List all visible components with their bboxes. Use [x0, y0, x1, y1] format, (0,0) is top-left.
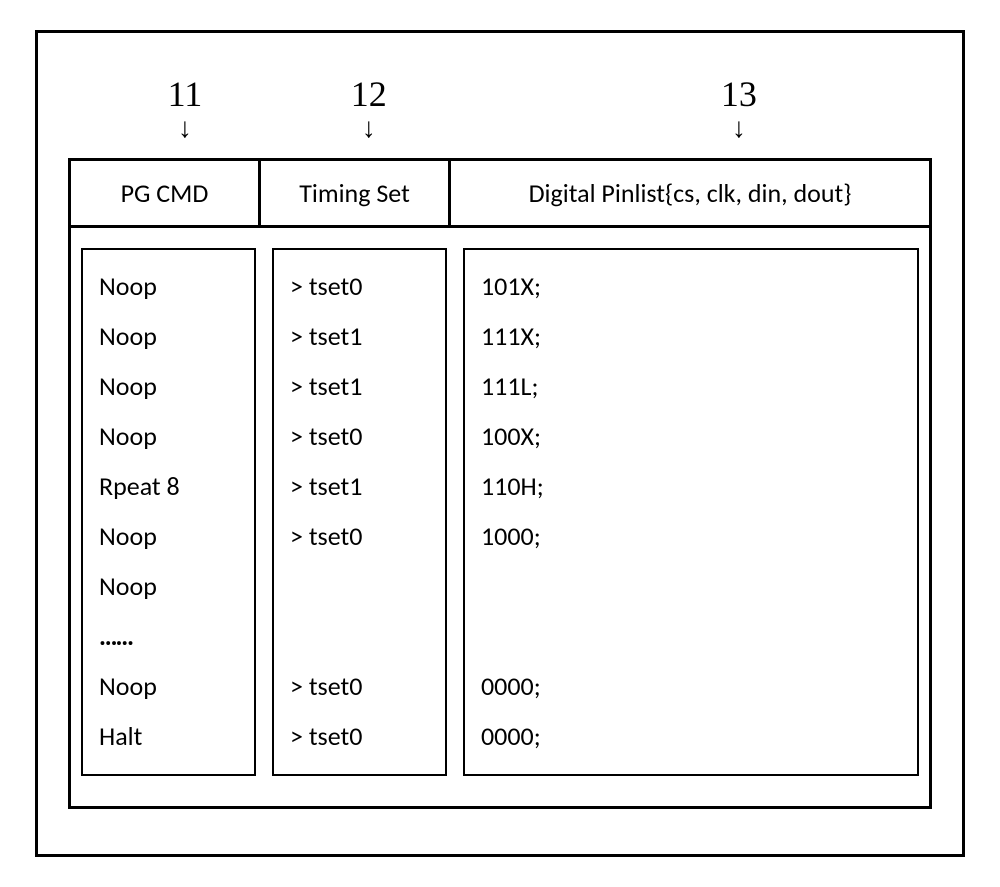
label-col3: 13 ↓	[546, 73, 932, 153]
label-col2: 12 ↓	[282, 73, 456, 153]
cell-timing: > tset0	[290, 418, 429, 456]
cell-timing	[290, 568, 429, 606]
arrow-icon: ↓	[732, 113, 746, 145]
col-pinlist-body: 101X; 111X; 111L; 100X; 110H; 1000; 0000…	[463, 248, 919, 776]
cell-timing: > tset0	[290, 268, 429, 306]
cell-cmd: Noop	[99, 318, 238, 356]
cell-cmd: Noop	[99, 368, 238, 406]
header-cmd: PG CMD	[71, 161, 261, 225]
cell-cmd: Noop	[99, 668, 238, 706]
cell-timing	[290, 618, 429, 656]
cell-cmd-ellipsis: ……	[99, 618, 238, 656]
cell-pinlist: 101X;	[481, 268, 901, 306]
cell-pinlist: 110H;	[481, 468, 901, 506]
label-col1: 11 ↓	[98, 73, 272, 153]
cell-pinlist: 1000;	[481, 518, 901, 556]
col-cmd-body: Noop Noop Noop Noop Rpeat 8 Noop Noop ………	[81, 248, 256, 776]
header-pinlist: Digital Pinlist{cs, clk, din, dout}	[451, 161, 929, 225]
cell-timing: > tset0	[290, 718, 429, 756]
cell-timing: > tset1	[290, 468, 429, 506]
arrow-icon: ↓	[362, 113, 376, 145]
table-header-row: PG CMD Timing Set Digital Pinlist{cs, cl…	[71, 161, 929, 228]
cell-cmd: Noop	[99, 418, 238, 456]
cell-cmd: Noop	[99, 568, 238, 606]
cell-pinlist	[481, 618, 901, 656]
cell-timing: > tset0	[290, 668, 429, 706]
outer-frame: 11 ↓ 12 ↓ 13 ↓ PG CMD Timing Set Digital…	[35, 30, 965, 857]
label-col3-text: 13	[721, 73, 757, 115]
cell-cmd: Rpeat 8	[99, 468, 238, 506]
label-col1-text: 11	[168, 73, 203, 115]
cell-timing: > tset0	[290, 518, 429, 556]
cell-pinlist: 0000;	[481, 718, 901, 756]
table-body-row: Noop Noop Noop Noop Rpeat 8 Noop Noop ………	[71, 228, 929, 806]
cell-timing: > tset1	[290, 368, 429, 406]
table: PG CMD Timing Set Digital Pinlist{cs, cl…	[68, 158, 932, 809]
cell-cmd: Noop	[99, 268, 238, 306]
cell-cmd: Halt	[99, 718, 238, 756]
cell-pinlist: 100X;	[481, 418, 901, 456]
cell-pinlist: 111X;	[481, 318, 901, 356]
cell-cmd: Noop	[99, 518, 238, 556]
labels-row: 11 ↓ 12 ↓ 13 ↓	[68, 73, 932, 153]
label-col2-text: 12	[351, 73, 387, 115]
header-timing: Timing Set	[261, 161, 451, 225]
arrow-icon: ↓	[178, 113, 192, 145]
col-timing-body: > tset0 > tset1 > tset1 > tset0 > tset1 …	[272, 248, 447, 776]
cell-pinlist: 0000;	[481, 668, 901, 706]
cell-timing: > tset1	[290, 318, 429, 356]
cell-pinlist: 111L;	[481, 368, 901, 406]
cell-pinlist	[481, 568, 901, 606]
